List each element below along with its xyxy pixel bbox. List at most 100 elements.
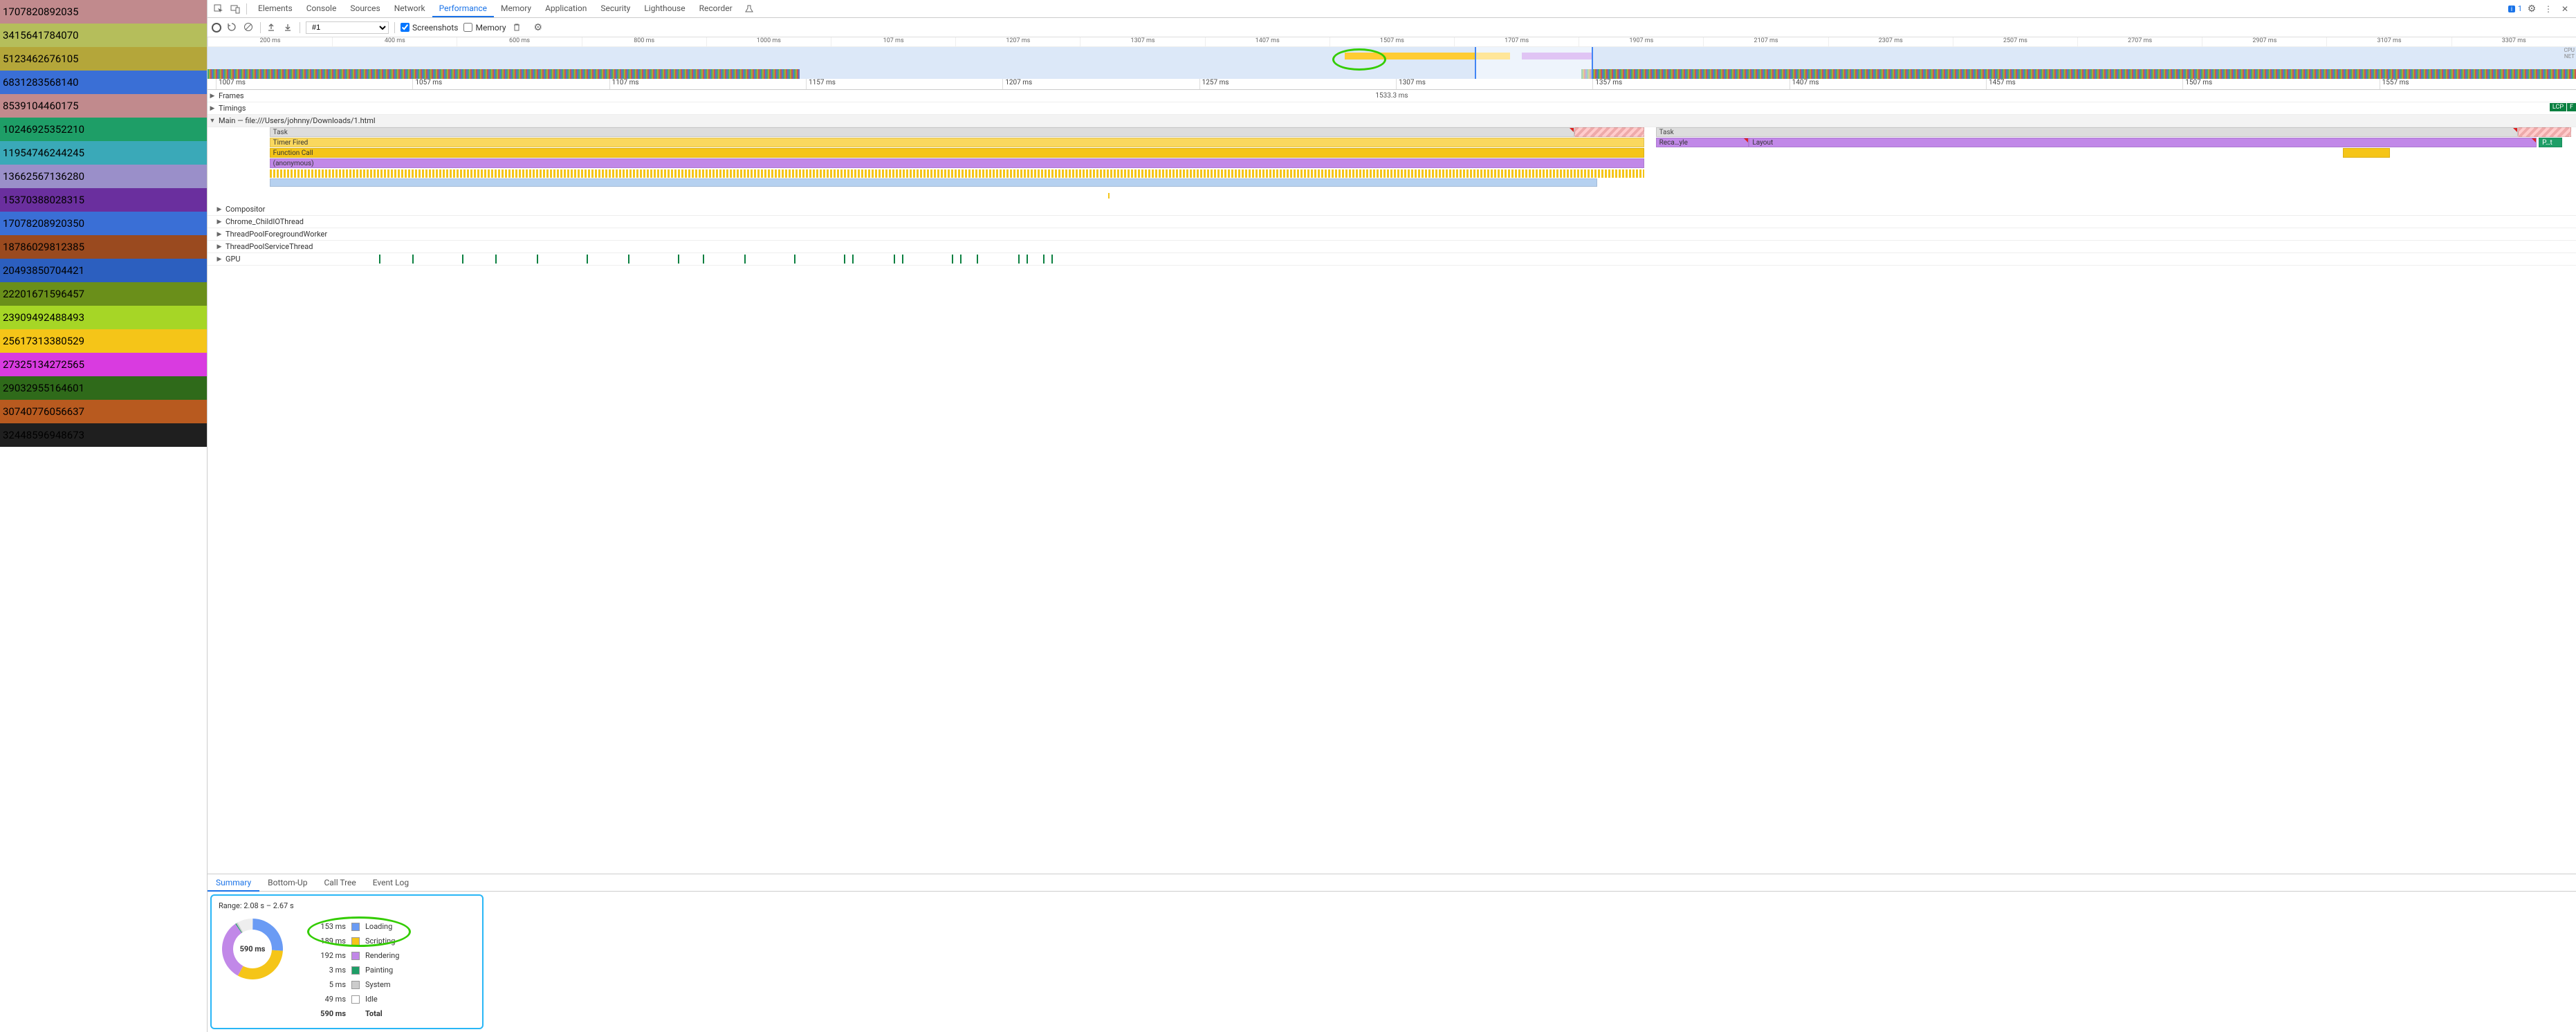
overview-timeline[interactable]: 200 ms400 ms600 ms800 ms1000 ms107 ms120… (208, 37, 2576, 79)
performance-toolbar: #1 Screenshots Memory (208, 18, 2576, 37)
reload-record-icon[interactable] (227, 22, 238, 33)
anonymous-bar[interactable]: (anonymous) (270, 158, 1644, 168)
tab-recorder[interactable]: Recorder (692, 1, 739, 17)
summary-tab-bar: SummaryBottom-UpCall TreeEvent Log (208, 874, 2576, 892)
legend-row: 5 msSystem (311, 977, 399, 992)
summary-panel: Range: 2.08 s – 2.67 s 590 ms 153 msLoad… (210, 894, 484, 1029)
trash-icon[interactable] (512, 22, 523, 33)
tab-network[interactable]: Network (387, 1, 432, 17)
frames-track[interactable]: ▶ Frames 1533.3 ms (208, 90, 2576, 102)
track-threadpoolforegroundworker[interactable]: ▶ThreadPoolForegroundWorker (208, 228, 2576, 241)
svg-text:i: i (2511, 6, 2512, 13)
chevron-right-icon[interactable]: ▶ (214, 219, 224, 225)
page-content-panel: 1707820892035341564178407051234626761056… (0, 0, 208, 1032)
legend-row: 3 msPainting (311, 963, 399, 977)
btab-summary[interactable]: Summary (208, 875, 259, 892)
task-bar[interactable]: Task (270, 127, 1574, 137)
btab-event-log[interactable]: Event Log (365, 875, 417, 890)
overview-selection[interactable] (1475, 47, 1593, 79)
tab-security[interactable]: Security (594, 1, 637, 17)
chevron-right-icon[interactable]: ▶ (214, 231, 224, 238)
chevron-right-icon[interactable]: ▶ (208, 93, 217, 100)
recorder-beaker-icon (742, 2, 756, 16)
legend-row: 192 msRendering (311, 948, 399, 963)
memory-checkbox[interactable]: Memory (463, 23, 506, 33)
download-icon[interactable] (283, 22, 294, 33)
summary-donut-chart: 590 ms (221, 918, 284, 980)
issues-badge[interactable]: i1 (2508, 4, 2522, 13)
chevron-right-icon[interactable]: ▶ (214, 243, 224, 250)
tab-performance[interactable]: Performance (432, 1, 494, 17)
upload-icon[interactable] (266, 22, 277, 33)
chevron-right-icon[interactable]: ▶ (214, 206, 224, 213)
number-row: 8539104460175 (0, 94, 207, 118)
number-row: 10246925352210 (0, 118, 207, 141)
more-icon[interactable]: ⋮ (2541, 2, 2555, 16)
number-row: 15370388028315 (0, 188, 207, 212)
number-row: 11954746244245 (0, 141, 207, 165)
number-row: 6831283568140 (0, 71, 207, 94)
paint-bar[interactable]: P…t (2539, 138, 2562, 147)
number-row: 32448596948673 (0, 423, 207, 447)
legend-row: 189 msScripting (311, 934, 399, 948)
legend-row: 49 msIdle (311, 992, 399, 1006)
function-call-bar[interactable]: Function Call (270, 148, 1644, 158)
track-compositor[interactable]: ▶Compositor (208, 203, 2576, 216)
device-toggle-icon[interactable] (228, 2, 242, 16)
legend-row: 590 msTotal (311, 1006, 399, 1021)
clear-icon[interactable] (243, 22, 255, 33)
number-row: 3415641784070 (0, 24, 207, 47)
donut-total: 590 ms (240, 945, 266, 954)
number-row: 17078208920350 (0, 212, 207, 235)
inspect-icon[interactable] (212, 2, 226, 16)
tab-console[interactable]: Console (300, 1, 344, 17)
devtools-panel: ElementsConsoleSourcesNetworkPerformance… (208, 0, 2576, 1032)
screenshots-checkbox[interactable]: Screenshots (401, 23, 458, 33)
tab-sources[interactable]: Sources (343, 1, 387, 17)
number-row: 20493850704421 (0, 259, 207, 282)
detail-ruler: 1007 ms1057 ms1107 ms1157 ms1207 ms1257 … (208, 79, 2576, 90)
number-row: 13662567136280 (0, 165, 207, 188)
tab-memory[interactable]: Memory (494, 1, 538, 17)
tab-elements[interactable]: Elements (251, 1, 300, 17)
overview-axis-labels: CPU NET (2564, 47, 2575, 59)
timer-fired-bar[interactable]: Timer Fired (270, 138, 1644, 147)
recording-select[interactable]: #1 (306, 21, 389, 34)
record-button[interactable] (212, 23, 221, 33)
number-row: 1707820892035 (0, 0, 207, 24)
track-gpu[interactable]: ▶GPU (208, 253, 2576, 266)
number-row: 5123462676105 (0, 47, 207, 71)
capture-settings-icon[interactable] (534, 22, 545, 33)
layout-bar[interactable]: Layout (1749, 138, 2536, 147)
number-row: 23909492488493 (0, 306, 207, 329)
summary-legend: 153 msLoading189 msScripting192 msRender… (311, 919, 399, 1021)
issues-count: 1 (2518, 4, 2522, 13)
close-icon[interactable]: ✕ (2558, 2, 2572, 16)
btab-call-tree[interactable]: Call Tree (315, 875, 364, 890)
number-row: 25617313380529 (0, 329, 207, 353)
devtools-tab-bar: ElementsConsoleSourcesNetworkPerformance… (208, 0, 2576, 18)
main-flame-chart[interactable]: Task Task Timer Fired Reca…yle Layout P…… (246, 127, 2576, 203)
annotation-circle (1332, 48, 1386, 71)
chevron-down-icon[interactable]: ▼ (208, 117, 217, 125)
settings-icon[interactable] (2525, 2, 2539, 16)
number-row: 27325134272565 (0, 353, 207, 376)
chevron-right-icon[interactable]: ▶ (208, 105, 217, 112)
tab-application[interactable]: Application (538, 1, 594, 17)
range-label: Range: 2.08 s – 2.67 s (219, 901, 294, 910)
frames-duration: 1533.3 ms (1375, 92, 1408, 100)
btab-bottom-up[interactable]: Bottom-Up (259, 875, 315, 890)
chevron-right-icon[interactable]: ▶ (214, 256, 224, 263)
flame-chart-area[interactable]: ▶ Frames 1533.3 ms ▶ Timings LCPF ▼ Main… (208, 90, 2576, 874)
track-chrome_childiothread[interactable]: ▶Chrome_ChildIOThread (208, 216, 2576, 228)
lcp-marker[interactable]: LCPF (2550, 103, 2576, 111)
tab-lighthouse[interactable]: Lighthouse (637, 1, 692, 17)
timings-track[interactable]: ▶ Timings LCPF (208, 102, 2576, 115)
legend-row: 153 msLoading (311, 919, 399, 934)
number-row: 30740776056637 (0, 400, 207, 423)
track-threadpoolservicethread[interactable]: ▶ThreadPoolServiceThread (208, 241, 2576, 253)
recalc-style-bar[interactable]: Reca…yle (1656, 138, 1749, 147)
number-row: 22201671596457 (0, 282, 207, 306)
main-track-header[interactable]: ▼ Main — file:///Users/johnny/Downloads/… (208, 115, 2576, 127)
task-bar[interactable]: Task (1656, 127, 2518, 137)
